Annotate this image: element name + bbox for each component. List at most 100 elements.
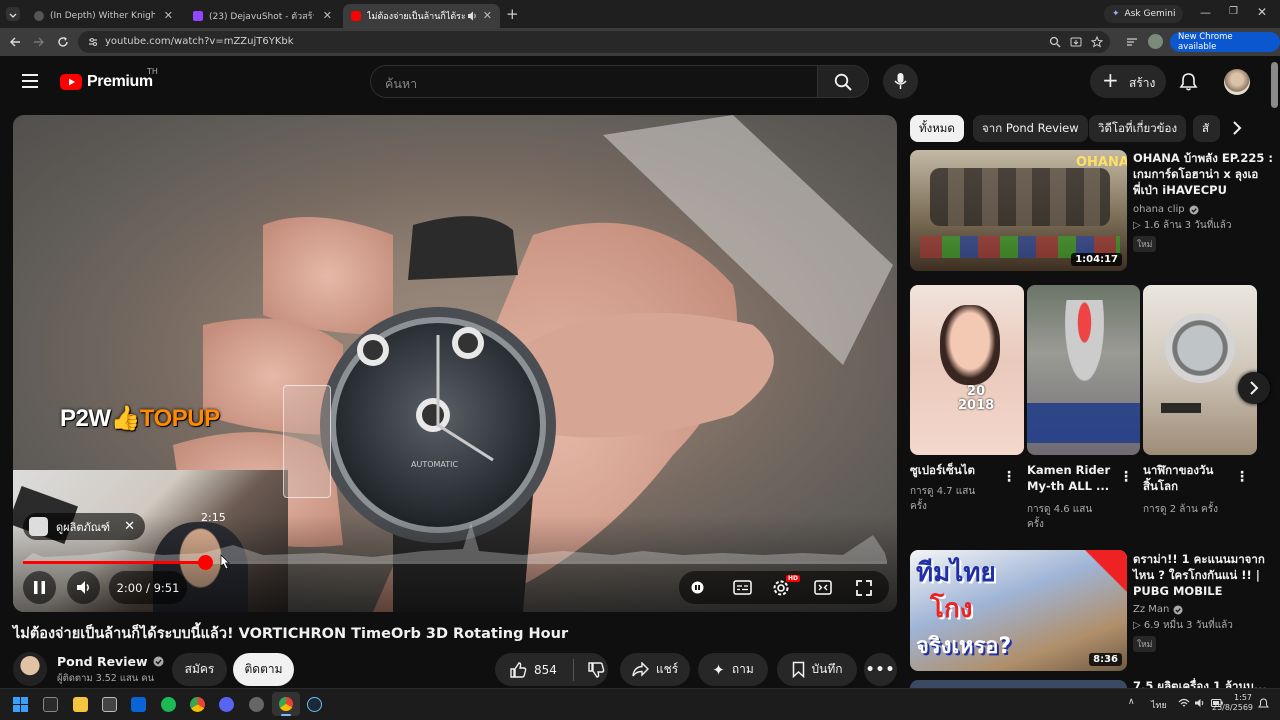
short-title[interactable]: Kamen Rider My-th ALL ... xyxy=(1027,462,1122,494)
subtitles-icon[interactable] xyxy=(733,580,752,595)
tray-overflow-icon[interactable]: ∧ xyxy=(1128,697,1135,707)
new-tab-button[interactable]: + xyxy=(506,5,519,23)
maximize-button[interactable]: ❐ xyxy=(1229,6,1238,17)
logo-p2w-text: P2W xyxy=(60,405,111,432)
wifi-icon[interactable] xyxy=(1178,698,1190,708)
like-count[interactable]: 854 xyxy=(534,663,557,677)
title-line: OHANA บ้าพลัง EP.225 : xyxy=(1133,151,1273,165)
logo-premium-text: Premium xyxy=(87,73,153,90)
notifications-bell-icon[interactable] xyxy=(1179,72,1198,91)
profile-avatar[interactable] xyxy=(1148,34,1163,49)
discord-icon[interactable] xyxy=(219,697,234,712)
progress-bar[interactable] xyxy=(23,561,887,564)
short-title[interactable]: นาฬิกาของวัน สิ้นโลก xyxy=(1143,462,1235,494)
browser-tab-active[interactable]: ไม่ต้องจ่ายเป็นล้านก็ได้ระบบนี้แล้ว ✕ xyxy=(343,4,500,28)
pause-button[interactable] xyxy=(23,571,56,604)
close-icon[interactable]: ✕ xyxy=(323,9,332,22)
site-info-icon[interactable] xyxy=(87,36,99,48)
autoplay-toggle-icon[interactable] xyxy=(691,581,704,594)
more-vert-icon[interactable]: ⋮ xyxy=(1119,469,1133,485)
chip-related[interactable]: วิดีโอที่เกี่ยวข้อง xyxy=(1089,115,1187,142)
account-avatar[interactable] xyxy=(1224,69,1250,95)
close-icon[interactable]: ✕ xyxy=(483,9,492,22)
thumbs-up-icon[interactable] xyxy=(509,661,527,679)
close-icon[interactable]: ✕ xyxy=(164,9,173,22)
more-actions-button[interactable]: ••• xyxy=(864,653,897,686)
recommendation-title[interactable]: 7.5 ผลิตเครื่อง 1 ล้านบ... xyxy=(1133,678,1267,688)
shorts-next-button[interactable] xyxy=(1238,372,1270,404)
views-line: การดู 4.6 แสน xyxy=(1027,504,1093,515)
chip-from-channel[interactable]: จาก Pond Review xyxy=(973,115,1088,142)
recommendation-channel[interactable]: Zz Man xyxy=(1133,602,1183,617)
short-title[interactable]: ซูเปอร์เซ็นไต xyxy=(910,462,1000,478)
clock[interactable]: 1:57 25/8/2569 xyxy=(1212,693,1253,713)
product-chip[interactable]: ดูผลิตภัณฑ์ ✕ xyxy=(23,513,145,540)
channel-name[interactable]: Pond Review xyxy=(57,654,148,669)
browser-tab[interactable]: (In Depth) Wither Knight Polear ✕ xyxy=(26,4,181,28)
short-thumbnail[interactable] xyxy=(1027,285,1140,455)
share-button[interactable]: แชร์ xyxy=(620,653,690,686)
speaker-icon[interactable] xyxy=(1194,698,1206,708)
short-thumbnail[interactable] xyxy=(1143,285,1257,455)
search-button[interactable] xyxy=(817,65,869,98)
window-close-button[interactable]: ✕ xyxy=(1257,5,1267,19)
speaker-icon[interactable] xyxy=(466,10,478,22)
input-language[interactable]: ไทย xyxy=(1151,698,1167,712)
install-app-icon[interactable] xyxy=(1070,36,1082,48)
fullscreen-icon[interactable] xyxy=(856,580,872,596)
ask-button[interactable]: ✦ ถาม xyxy=(698,653,768,686)
channel-avatar[interactable] xyxy=(13,652,47,686)
page-scrollbar[interactable] xyxy=(1271,62,1278,108)
browser-tab[interactable]: (23) DejavuShot - ตัวสร้างวิดีโอ ✕ xyxy=(185,4,340,28)
bookmark-star-icon[interactable] xyxy=(1091,36,1103,48)
address-bar[interactable]: youtube.com/watch?v=mZZujT6YKbk xyxy=(78,31,1110,53)
forward-arrow-icon[interactable] xyxy=(33,36,45,48)
short-thumbnail[interactable]: 20 2018 xyxy=(910,285,1024,455)
channel-name-row[interactable]: Pond Review xyxy=(57,654,164,669)
clock-time: 1:57 xyxy=(1234,693,1252,702)
reading-list-icon[interactable] xyxy=(1126,36,1138,48)
zoom-icon[interactable] xyxy=(1049,36,1061,48)
recommendation-thumbnail[interactable] xyxy=(910,680,1127,688)
theater-mode-icon[interactable] xyxy=(814,580,832,595)
thumbs-down-icon[interactable] xyxy=(587,661,605,679)
recommendation-title[interactable]: ดราม่า!! 1 คะแนนมาจาก ไหน ? ใครโกงกันแน่… xyxy=(1133,551,1265,599)
recommendation-thumbnail[interactable]: OHANA 1:04:17 xyxy=(910,150,1127,271)
recommendation-thumbnail[interactable]: ทีมไทย โกง จริงเหรอ? 8:36 xyxy=(910,550,1127,671)
hamburger-menu-icon[interactable] xyxy=(21,73,39,89)
search-input[interactable]: ค้นหา xyxy=(370,65,818,98)
spotify-icon[interactable] xyxy=(161,697,176,712)
recommendation-title[interactable]: OHANA บ้าพลัง EP.225 : เกมการ์ดโอฮาน่า x… xyxy=(1133,150,1273,198)
calculator-icon[interactable] xyxy=(102,697,117,712)
video-player[interactable]: AUTOMATIC P2W👍TOPUP ดูผลิตภัณฑ์ ✕ 2:15 2… xyxy=(13,115,897,612)
outlook-icon[interactable] xyxy=(131,697,146,712)
task-view-icon[interactable] xyxy=(43,697,58,712)
minimize-button[interactable]: — xyxy=(1200,6,1211,19)
voice-search-button[interactable] xyxy=(883,64,918,99)
app-icon[interactable] xyxy=(249,697,264,712)
chrome-icon[interactable] xyxy=(190,697,205,712)
file-explorer-icon[interactable] xyxy=(73,697,88,712)
recommendation-channel[interactable]: ohana clip xyxy=(1133,202,1199,217)
back-arrow-icon[interactable] xyxy=(9,36,21,48)
chevron-right-icon[interactable] xyxy=(1229,120,1245,136)
chip-partial[interactable]: สั xyxy=(1193,115,1220,142)
subscribe-button[interactable]: ติดตาม xyxy=(233,653,294,686)
taskbar-active-app[interactable] xyxy=(272,692,300,716)
ask-gemini-button[interactable]: ✦ Ask Gemini xyxy=(1104,5,1184,23)
save-button[interactable]: บันทึก xyxy=(777,653,857,686)
steam-icon[interactable] xyxy=(307,697,322,712)
close-icon[interactable]: ✕ xyxy=(124,519,135,534)
reload-icon[interactable] xyxy=(57,36,69,48)
chip-all[interactable]: ทั้งหมด xyxy=(910,115,964,142)
more-vert-icon[interactable]: ⋮ xyxy=(1002,469,1016,485)
windows-start-icon[interactable] xyxy=(13,697,28,712)
tab-search-button[interactable] xyxy=(6,7,20,21)
volume-button[interactable] xyxy=(67,571,100,604)
join-button[interactable]: สมัคร xyxy=(172,653,227,686)
notification-bell-icon[interactable] xyxy=(1258,698,1269,709)
new-chrome-available-button[interactable]: New Chrome available xyxy=(1170,32,1280,52)
create-button[interactable]: + สร้าง xyxy=(1090,65,1166,98)
more-vert-icon[interactable]: ⋮ xyxy=(1235,469,1249,485)
youtube-logo[interactable]: Premium xyxy=(60,73,153,91)
